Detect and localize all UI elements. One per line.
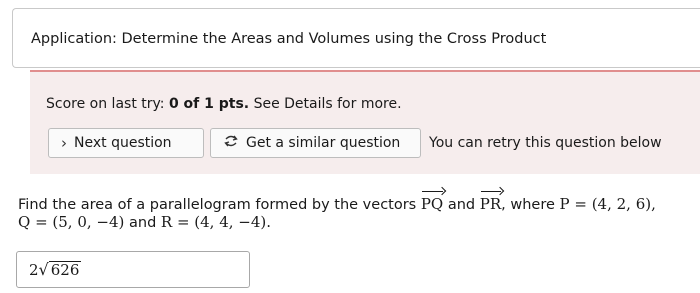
- problem-where: , where: [501, 197, 560, 213]
- answer-coefficient: 2: [29, 260, 39, 279]
- score-panel: Score on last try: 0 of 1 pts. See Detai…: [30, 70, 700, 174]
- vector-pr: PR: [479, 191, 502, 213]
- sqrt-symbol: √: [38, 259, 49, 279]
- question-title: Application: Determine the Areas and Vol…: [31, 31, 547, 47]
- similar-question-label: Get a similar question: [246, 135, 401, 151]
- problem-line-2: Q = (5, 0, −4) and R = (4, 4, −4).: [18, 214, 656, 232]
- problem-line-1: Find the area of a parallelogram formed …: [18, 191, 656, 214]
- problem-and: and: [443, 197, 480, 213]
- answer-input[interactable]: 2 √ 626: [16, 251, 250, 288]
- next-question-label: Next question: [74, 135, 172, 151]
- score-line: Score on last try: 0 of 1 pts. See Detai…: [46, 96, 402, 112]
- point-q: Q = (5, 0, −4): [18, 213, 125, 231]
- point-r: R = (4, 4, −4).: [160, 213, 272, 231]
- problem-statement: Find the area of a parallelogram formed …: [18, 191, 656, 232]
- retry-message: You can retry this question below: [429, 135, 662, 151]
- point-p: P = (4, 2, 6),: [559, 195, 656, 213]
- problem-and-2: and: [124, 215, 161, 231]
- question-title-box: Application: Determine the Areas and Vol…: [12, 8, 700, 68]
- answer-radicand: 626: [48, 260, 82, 279]
- vector-pq: PQ: [420, 191, 444, 213]
- answer-value: 2 √ 626: [29, 259, 82, 279]
- score-value: 0 of 1 pts.: [168, 96, 250, 112]
- score-suffix: See Details for more.: [249, 96, 402, 112]
- problem-intro: Find the area of a parallelogram formed …: [18, 197, 421, 213]
- next-question-button[interactable]: › Next question: [48, 128, 204, 158]
- chevron-right-icon: ›: [61, 134, 67, 152]
- similar-question-button[interactable]: Get a similar question: [210, 128, 421, 158]
- score-prefix: Score on last try:: [46, 96, 169, 112]
- refresh-icon: [223, 134, 239, 152]
